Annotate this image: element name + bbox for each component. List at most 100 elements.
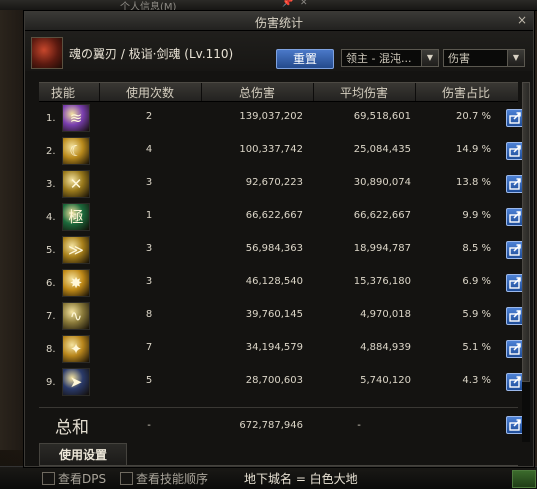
table-row: 2. ☾ 4 100,337,742 25,084,435 14.9 % bbox=[39, 135, 524, 167]
row-share: 8.5 % bbox=[462, 243, 491, 254]
export-icon bbox=[509, 343, 521, 355]
show-dps-checkbox[interactable] bbox=[42, 472, 55, 485]
row-uses: 4 bbox=[145, 144, 153, 155]
dialog-title: 伤害统计 bbox=[254, 16, 303, 30]
character-name: 魂の翼刃 / 极诣·剑魂 (Lv.110) bbox=[69, 47, 234, 61]
row-share: 4.3 % bbox=[462, 375, 491, 386]
row-share: 9.9 % bbox=[462, 210, 491, 221]
table-header: 技能 使用次数 总伤害 平均伤害 伤害占比 bbox=[39, 82, 518, 102]
row-total: 100,337,742 bbox=[239, 144, 303, 155]
row-average: 4,884,939 bbox=[360, 342, 411, 353]
row-average: 69,518,601 bbox=[353, 111, 411, 122]
row-rank: 7. bbox=[46, 311, 56, 322]
row-average: 66,622,667 bbox=[353, 210, 411, 221]
metric-select[interactable]: 伤害 ▼ bbox=[443, 49, 525, 67]
column-header-share: 伤害占比 bbox=[441, 86, 490, 100]
table-row: 1. ≋ 2 139,037,202 69,518,601 20.7 % bbox=[39, 102, 524, 134]
scrollbar-thumb[interactable] bbox=[522, 82, 530, 382]
tab-usage-settings[interactable]: 使用设置 bbox=[39, 443, 127, 466]
row-total: 46,128,540 bbox=[245, 276, 303, 287]
row-rank: 3. bbox=[46, 179, 56, 190]
pin-icon[interactable]: 📌 bbox=[282, 0, 293, 8]
export-icon bbox=[509, 419, 521, 431]
row-share: 5.9 % bbox=[462, 309, 491, 320]
triple-wave-icon: ≫ bbox=[62, 236, 90, 264]
dungeon-name: 地下城名 = 白色大地 bbox=[244, 472, 358, 486]
show-dps-label: 查看DPS bbox=[58, 472, 107, 486]
row-total: 56,984,363 bbox=[245, 243, 303, 254]
column-header-average: 平均伤害 bbox=[339, 86, 388, 100]
summary-row: 总和 - 672,787,946 - bbox=[39, 407, 524, 442]
row-uses: 3 bbox=[145, 177, 153, 188]
row-total: 39,760,145 bbox=[245, 309, 303, 320]
row-share: 13.8 % bbox=[456, 177, 491, 188]
column-header-uses: 使用次数 bbox=[125, 86, 174, 100]
table-row: 6. ✸ 3 46,128,540 15,376,180 6.9 % bbox=[39, 267, 524, 299]
row-rank: 4. bbox=[46, 212, 56, 223]
target-select[interactable]: 领主 - 混沌... ▼ bbox=[341, 49, 439, 67]
dragon-strike-icon: ✦ bbox=[62, 335, 90, 363]
character-header: 魂の翼刃 / 极诣·剑魂 (Lv.110) 重置 领主 - 混沌... ▼ 伤害… bbox=[25, 31, 533, 71]
cross-blade-icon: ✕ bbox=[62, 170, 90, 198]
row-uses: 2 bbox=[145, 111, 153, 122]
row-uses: 3 bbox=[145, 276, 153, 287]
slash-wave-icon: ≋ bbox=[62, 104, 90, 132]
row-uses: 8 bbox=[145, 309, 153, 320]
export-icon bbox=[509, 310, 521, 322]
reset-button[interactable]: 重置 bbox=[276, 49, 334, 69]
column-header-total: 总伤害 bbox=[238, 86, 275, 100]
row-rank: 9. bbox=[46, 377, 56, 388]
summary-total: 672,787,946 bbox=[239, 420, 303, 431]
row-total: 66,622,667 bbox=[245, 210, 303, 221]
confirm-button[interactable] bbox=[512, 470, 536, 488]
chevron-down-icon: ▼ bbox=[507, 50, 524, 66]
row-share: 5.1 % bbox=[462, 342, 491, 353]
row-total: 92,670,223 bbox=[245, 177, 303, 188]
row-rank: 1. bbox=[46, 113, 56, 124]
metric-select-value: 伤害 bbox=[448, 52, 470, 65]
row-average: 30,890,074 bbox=[353, 177, 411, 188]
divider bbox=[39, 465, 518, 466]
row-uses: 5 bbox=[145, 375, 153, 386]
export-icon bbox=[509, 112, 521, 124]
avatar bbox=[31, 37, 63, 69]
row-share: 6.9 % bbox=[462, 276, 491, 287]
row-share: 14.9 % bbox=[456, 144, 491, 155]
row-total: 34,194,579 bbox=[245, 342, 303, 353]
row-average: 25,084,435 bbox=[353, 144, 411, 155]
flowing-blade-icon: ∿ bbox=[62, 302, 90, 330]
row-share: 20.7 % bbox=[456, 111, 491, 122]
damage-stats-dialog: 伤害统计 × 魂の翼刃 / 极诣·剑魂 (Lv.110) 重置 领主 - 混沌.… bbox=[24, 11, 534, 467]
chevron-down-icon: ▼ bbox=[421, 50, 438, 66]
table-row: 4. 極 1 66,622,667 66,622,667 9.9 % bbox=[39, 201, 524, 233]
row-average: 15,376,180 bbox=[353, 276, 411, 287]
export-icon bbox=[509, 145, 521, 157]
sword-dash-icon: ➤ bbox=[62, 368, 90, 396]
show-skill-order-checkbox[interactable] bbox=[120, 472, 133, 485]
row-uses: 3 bbox=[145, 243, 153, 254]
summary-average: - bbox=[357, 420, 361, 431]
table-row: 5. ≫ 3 56,984,363 18,994,787 8.5 % bbox=[39, 234, 524, 266]
dialog-titlebar[interactable]: 伤害统计 × bbox=[25, 12, 533, 31]
background-window-titlebar: 个人信息(M) 📌 ✕ bbox=[0, 0, 537, 13]
row-uses: 1 bbox=[145, 210, 153, 221]
background-close-icon[interactable]: ✕ bbox=[300, 0, 308, 8]
row-average: 18,994,787 bbox=[353, 243, 411, 254]
row-total: 28,700,603 bbox=[245, 375, 303, 386]
row-rank: 5. bbox=[46, 245, 56, 256]
crescent-slash-icon: ☾ bbox=[62, 137, 90, 165]
row-rank: 8. bbox=[46, 344, 56, 355]
export-icon bbox=[509, 244, 521, 256]
row-average: 5,740,120 bbox=[360, 375, 411, 386]
summary-label: 总和 bbox=[55, 418, 89, 438]
row-rank: 6. bbox=[46, 278, 56, 289]
export-icon bbox=[509, 178, 521, 190]
show-skill-order-label: 查看技能顺序 bbox=[136, 472, 209, 486]
close-icon[interactable]: × bbox=[515, 13, 529, 27]
burst-strike-icon: ✸ bbox=[62, 269, 90, 297]
row-rank: 2. bbox=[46, 146, 56, 157]
row-total: 139,037,202 bbox=[239, 111, 303, 122]
target-select-value: 领主 - 混沌... bbox=[346, 52, 412, 65]
export-icon bbox=[509, 376, 521, 388]
kanji-ultimate-icon: 極 bbox=[62, 203, 90, 231]
